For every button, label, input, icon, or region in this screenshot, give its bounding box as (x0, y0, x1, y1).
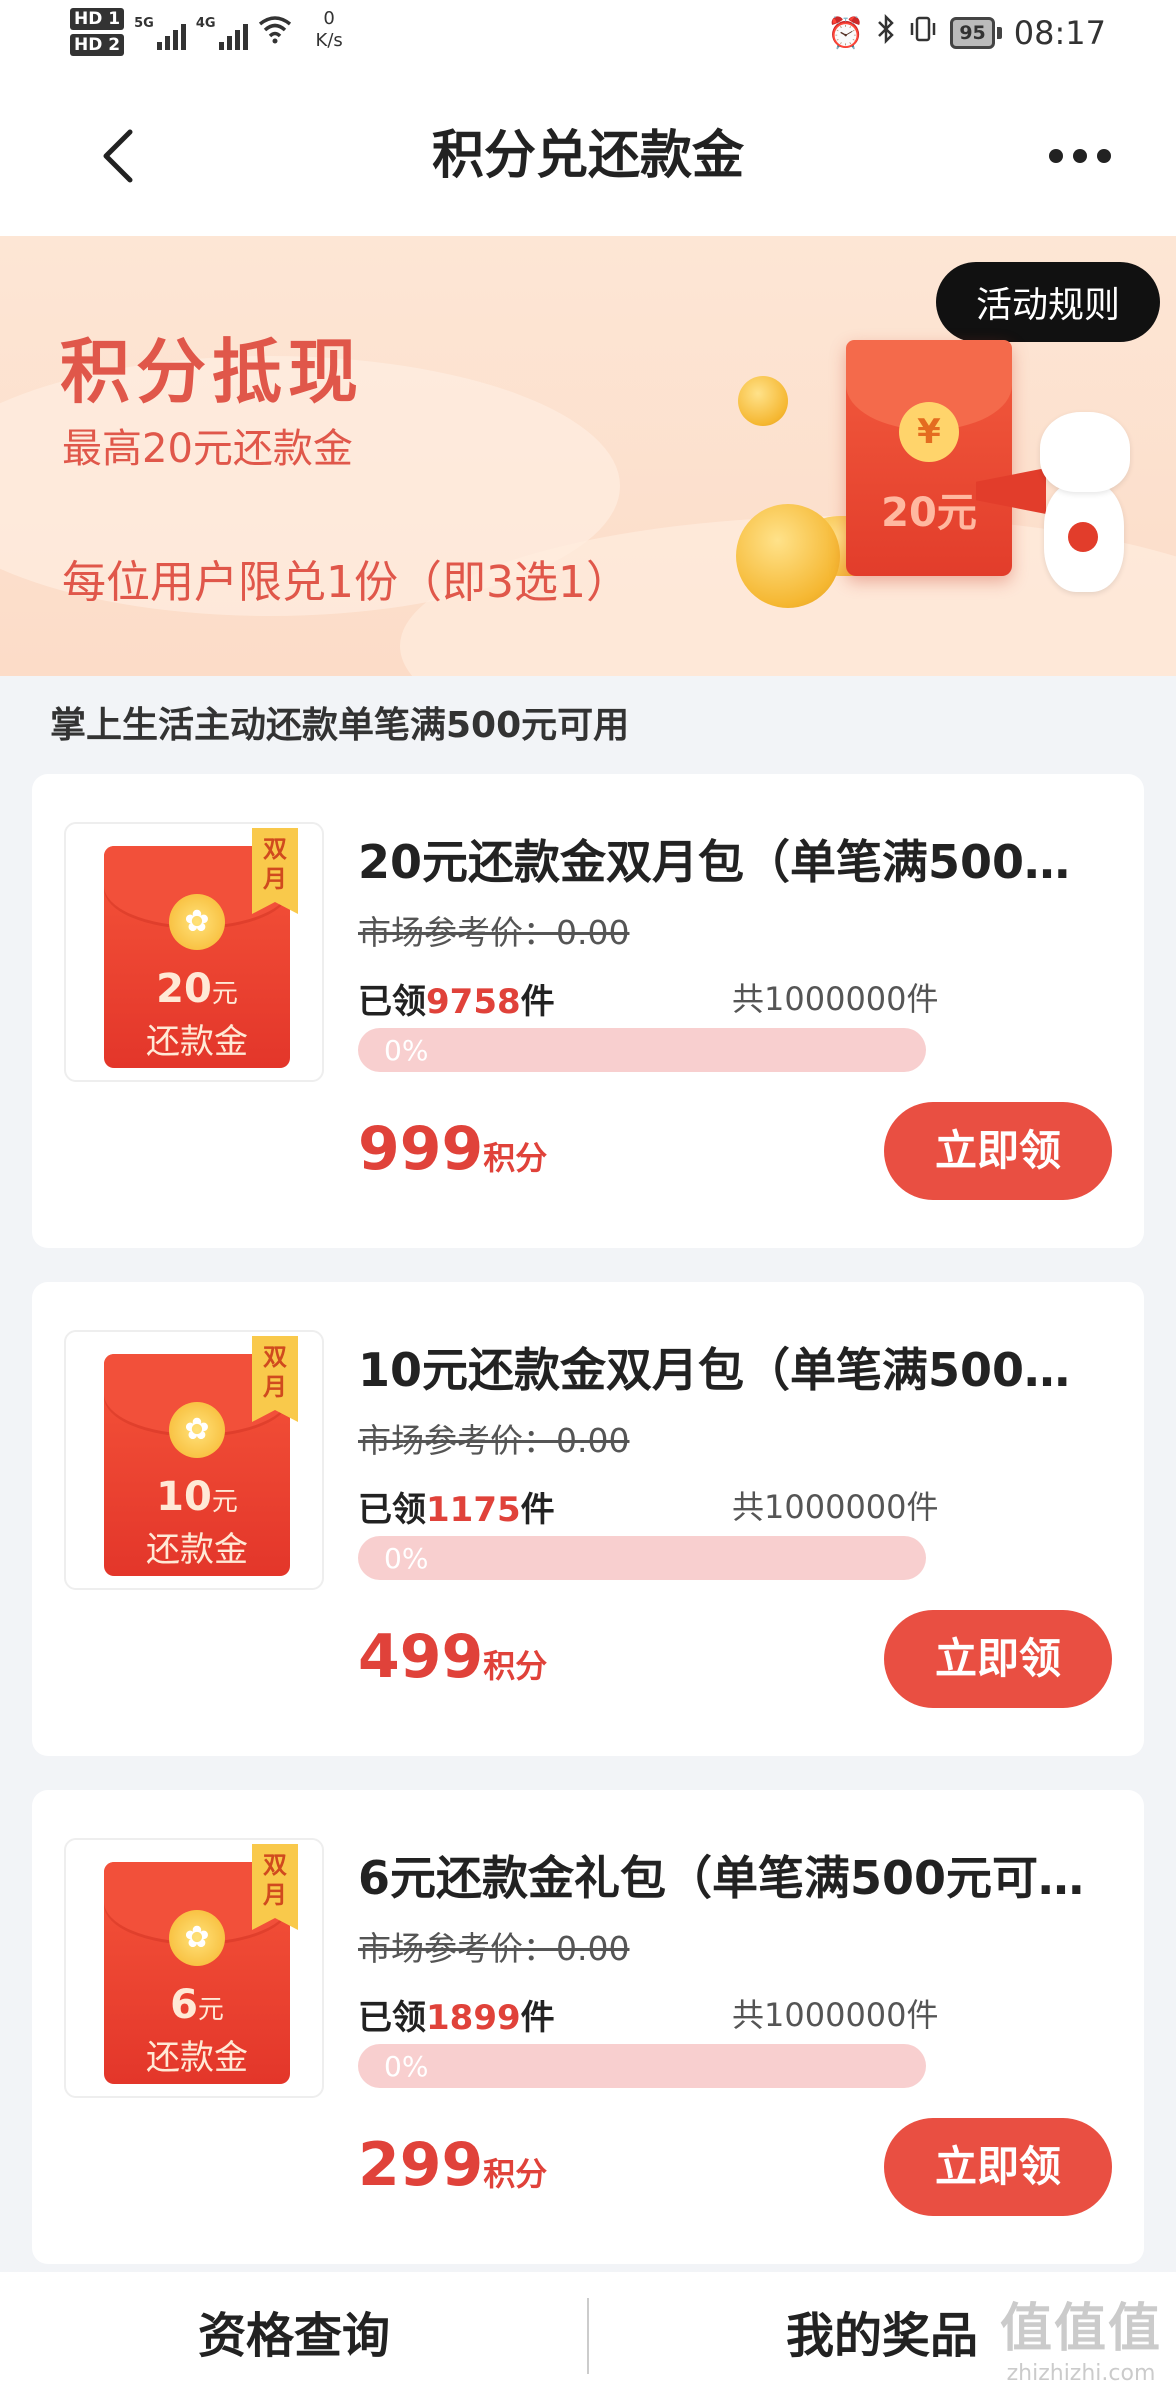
wifi-icon (258, 14, 292, 52)
flower-medal-icon: ✿ (169, 1910, 225, 1966)
market-price: 市场参考价：0.00 (358, 1421, 630, 1460)
pack-amount: 6元 (170, 1982, 224, 2028)
more-button[interactable] (1040, 138, 1120, 174)
alarm-icon: ⏰ (826, 15, 865, 51)
bi-monthly-tag: 双月 (252, 828, 298, 914)
banner-limit-text: 每位用户限兑1份（即3选1） (62, 557, 630, 608)
bi-monthly-tag: 双月 (252, 1336, 298, 1422)
banner-subtitle: 最高20元还款金 (62, 426, 353, 472)
back-button[interactable] (90, 126, 150, 186)
progress-percent: 0% (384, 1034, 429, 1067)
pack-label: 还款金 (146, 1022, 248, 1062)
claim-progress-bar: 0% (358, 2044, 926, 2088)
coin-icon (736, 504, 840, 608)
more-dots-icon (1049, 149, 1063, 163)
eligibility-query-button[interactable]: 资格查询 (0, 2272, 588, 2400)
hd-badges: HD 1 HD 2 (70, 8, 125, 56)
hd1-badge: HD 1 (70, 8, 125, 30)
cat-mascot (1030, 412, 1130, 602)
status-left: HD 1 HD 2 5G 4G 0 K/s (70, 8, 343, 56)
speed-unit: K/s (315, 30, 343, 51)
points-price: 299积分 (358, 2130, 548, 2200)
signal-4g-icon: 4G (196, 8, 248, 54)
pack-amount: 20元 (156, 966, 238, 1012)
yen-icon: ¥ (899, 402, 959, 462)
page-title: 积分兑还款金 (431, 126, 744, 186)
pack-label: 还款金 (146, 1530, 248, 1570)
claimed-count: 已领9758件 (358, 982, 555, 1022)
claim-now-button[interactable]: 立即领 (884, 1102, 1112, 1200)
points-price: 499积分 (358, 1622, 548, 1692)
claim-now-button[interactable]: 立即领 (884, 1610, 1112, 1708)
signal-5g-icon: 5G (134, 8, 186, 54)
watermark: 值值值 zhizhizhi.com (1000, 2286, 1162, 2386)
market-price: 市场参考价：0.00 (358, 913, 630, 952)
net1-label: 5G (134, 16, 154, 31)
product-thumbnail: ✿ 20元 还款金 双月 (64, 822, 324, 1082)
product-name: 20元还款金双月包（单笔满500元可用） (358, 835, 1098, 889)
product-card: ✿ 10元 还款金 双月 10元还款金双月包（单笔满500元可用） 市场参考价：… (32, 1282, 1144, 1756)
bi-monthly-tag: 双月 (252, 1844, 298, 1930)
chevron-left-icon (103, 129, 133, 183)
usage-condition-label: 掌上生活主动还款单笔满500元可用 (50, 705, 630, 746)
total-stock: 共1000000件 (732, 980, 939, 1018)
points-price: 999积分 (358, 1114, 548, 1184)
net2-label: 4G (195, 16, 216, 31)
coin-icon (738, 376, 788, 426)
nav-header: 积分兑还款金 (0, 76, 1176, 236)
claimed-count: 已领1899件 (358, 1998, 555, 2038)
claim-progress-bar: 0% (358, 1028, 926, 1072)
flower-medal-icon: ✿ (169, 1402, 225, 1458)
watermark-sub: zhizhizhi.com (1006, 2361, 1156, 2386)
total-stock: 共1000000件 (732, 1996, 939, 2034)
progress-percent: 0% (384, 1542, 429, 1575)
hd2-badge: HD 2 (70, 34, 125, 56)
claim-now-button[interactable]: 立即领 (884, 2118, 1112, 2216)
battery-icon: 95 (950, 17, 1002, 49)
network-speed: 0 K/s (316, 8, 343, 52)
status-bar: HD 1 HD 2 5G 4G 0 K/s ⏰ 95 08:17 (0, 0, 1176, 76)
battery-level: 95 (950, 17, 995, 49)
promo-banner: 积分抵现 最高20元还款金 每位用户限兑1份（即3选1） 活动规则 ¥ 20元 (0, 236, 1176, 676)
watermark-main: 值值值 (999, 2299, 1162, 2359)
claimed-count: 已领1175件 (358, 1490, 555, 1530)
market-price: 市场参考价：0.00 (358, 1929, 630, 1968)
product-card: ✿ 20元 还款金 双月 20元还款金双月包（单笔满500元可用） 市场参考价：… (32, 774, 1144, 1248)
red-envelope-illustration: ¥ 20元 (846, 340, 1012, 576)
total-stock: 共1000000件 (732, 1488, 939, 1526)
product-name: 10元还款金双月包（单笔满500元可用） (358, 1343, 1098, 1397)
clock: 08:17 (1013, 14, 1106, 52)
vibrate-icon (908, 14, 938, 52)
bluetooth-icon (876, 13, 896, 52)
product-card: ✿ 6元 还款金 双月 6元还款金礼包（单笔满500元可用） 市场参考价：0.0… (32, 1790, 1144, 2264)
speed-value: 0 (323, 8, 335, 29)
pack-label: 还款金 (146, 2038, 248, 2078)
progress-percent: 0% (384, 2050, 429, 2083)
product-name: 6元还款金礼包（单笔满500元可用） (358, 1851, 1098, 1905)
flower-medal-icon: ✿ (169, 894, 225, 950)
banner-title: 积分抵现 (60, 330, 364, 413)
product-thumbnail: ✿ 6元 还款金 双月 (64, 1838, 324, 2098)
product-thumbnail: ✿ 10元 还款金 双月 (64, 1330, 324, 1590)
brand-logo-icon (1068, 522, 1098, 552)
claim-progress-bar: 0% (358, 1536, 926, 1580)
pack-amount: 10元 (156, 1474, 238, 1520)
activity-rules-button[interactable]: 活动规则 (935, 262, 1160, 342)
status-right: ⏰ 95 08:17 (826, 13, 1106, 52)
